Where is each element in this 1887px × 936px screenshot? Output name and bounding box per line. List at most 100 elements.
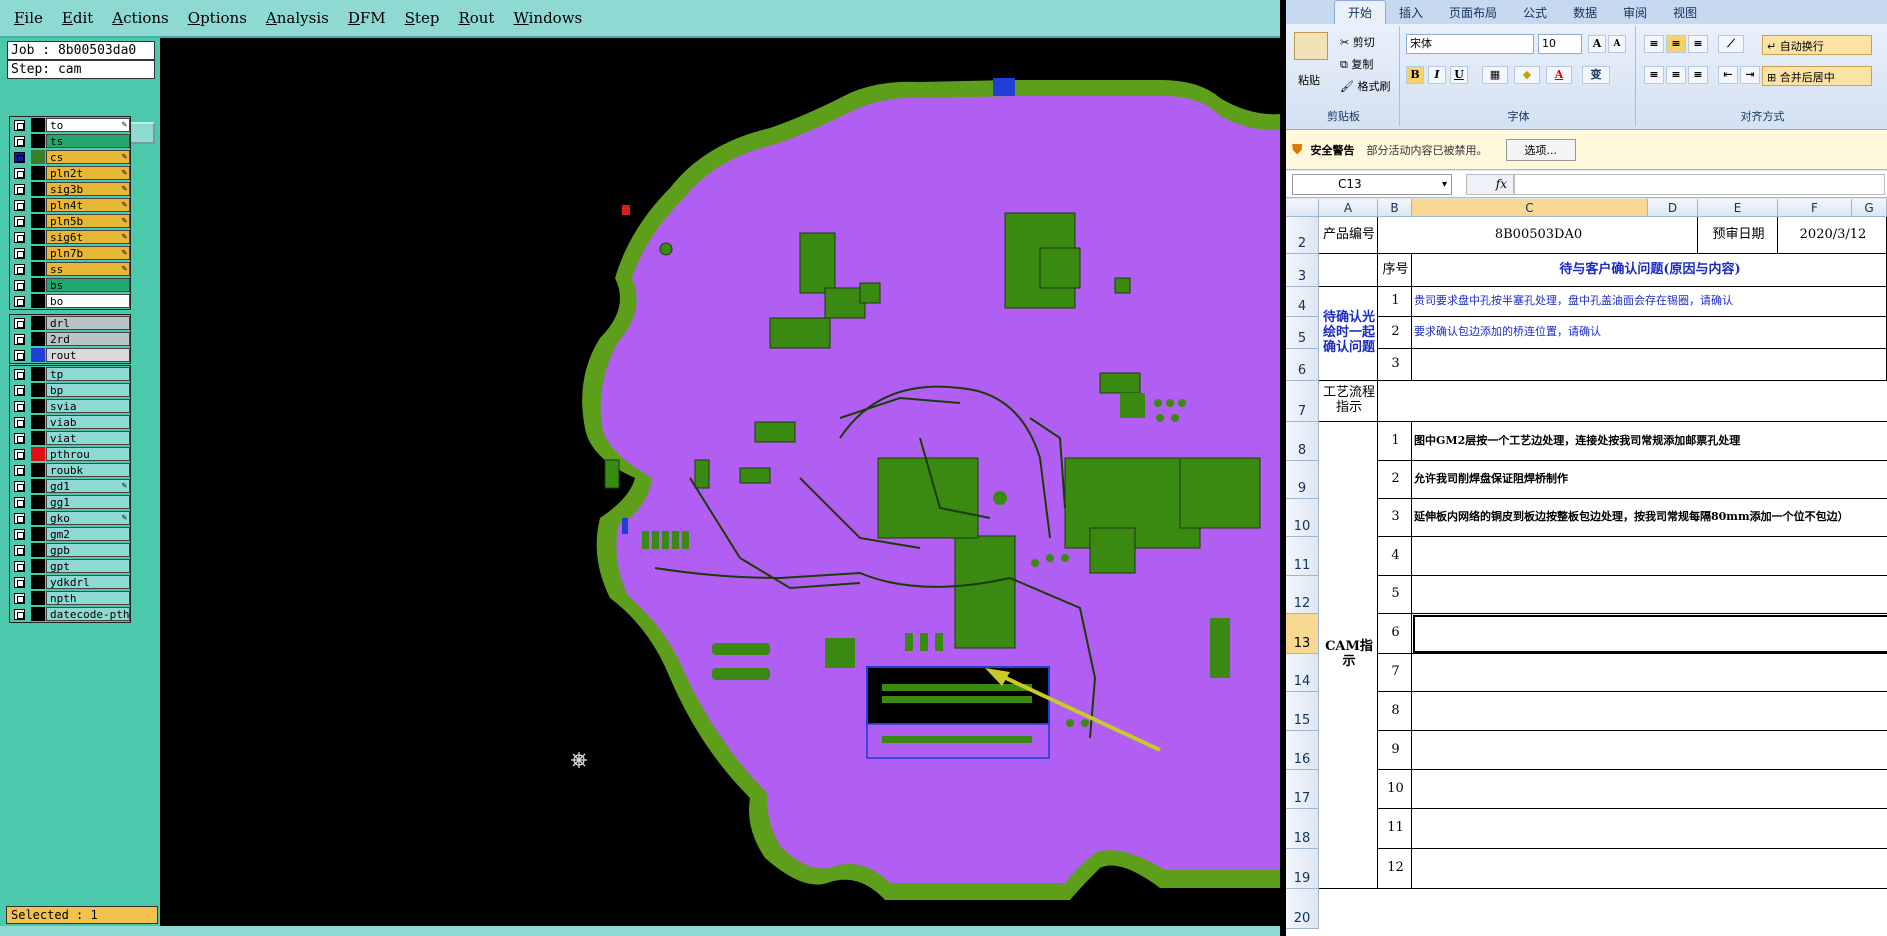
layer-name[interactable]: datecode-pth: [46, 607, 130, 621]
layer-name[interactable]: npth: [46, 591, 130, 605]
layer-row[interactable]: sig6t ✎: [10, 229, 130, 245]
row-header[interactable]: 18: [1286, 809, 1319, 849]
layer-name[interactable]: svia: [46, 399, 130, 413]
layer-color-swatch[interactable]: [31, 166, 45, 180]
layer-color-swatch[interactable]: [31, 348, 45, 362]
menu-windows[interactable]: Windows: [513, 9, 582, 27]
layer-checkbox[interactable]: [14, 528, 25, 540]
row-header[interactable]: 12: [1286, 576, 1319, 614]
layer-name[interactable]: pln4t ✎: [46, 198, 130, 212]
layer-color-swatch[interactable]: [31, 479, 45, 493]
layer-checkbox[interactable]: [14, 199, 25, 211]
layer-checkbox[interactable]: [14, 247, 25, 259]
layer-name[interactable]: bs: [46, 278, 130, 292]
decrease-indent-icon[interactable]: ⇤: [1718, 66, 1738, 84]
layer-checkbox[interactable]: [14, 295, 25, 307]
layer-color-swatch[interactable]: [31, 543, 45, 557]
layer-name[interactable]: tp: [46, 367, 130, 381]
cell-empty[interactable]: [1412, 576, 1887, 614]
row-header[interactable]: 4: [1286, 287, 1319, 317]
row-header[interactable]: 15: [1286, 692, 1319, 731]
layer-checkbox[interactable]: [14, 215, 25, 227]
cell-empty[interactable]: [1319, 254, 1378, 287]
layer-color-swatch[interactable]: [31, 575, 45, 589]
menu-step[interactable]: Step: [405, 9, 440, 27]
cell-empty[interactable]: [1412, 731, 1887, 770]
align-left-icon[interactable]: ≡: [1644, 66, 1664, 84]
cell-empty[interactable]: [1412, 770, 1887, 809]
layer-row[interactable]: pthrou: [10, 446, 130, 462]
layer-row[interactable]: pln5b ✎: [10, 213, 130, 229]
layer-checkbox[interactable]: [14, 368, 25, 380]
row-header[interactable]: 20: [1286, 889, 1319, 929]
row-header[interactable]: 13: [1286, 614, 1319, 654]
layer-name[interactable]: viat: [46, 431, 130, 445]
layer-checkbox[interactable]: [14, 560, 25, 572]
layer-checkbox[interactable]: [14, 608, 25, 620]
layer-row[interactable]: gm2: [10, 526, 130, 542]
font-color-icon[interactable]: A: [1546, 66, 1572, 84]
cell-seq[interactable]: 1: [1378, 287, 1412, 317]
tab-home[interactable]: 开始: [1334, 0, 1387, 24]
layer-row[interactable]: cs ✎: [10, 149, 130, 165]
cell-empty[interactable]: [1412, 849, 1887, 889]
layer-name[interactable]: gpb: [46, 543, 130, 557]
layer-row[interactable]: 2rd: [10, 331, 130, 347]
layer-color-swatch[interactable]: [31, 278, 45, 292]
layer-name[interactable]: gpt: [46, 559, 130, 573]
menu-options[interactable]: Options: [188, 9, 247, 27]
layer-name[interactable]: gm2: [46, 527, 130, 541]
layer-row[interactable]: pln2t ✎: [10, 165, 130, 181]
layer-name[interactable]: pln5b ✎: [46, 214, 130, 228]
row-header[interactable]: 17: [1286, 770, 1319, 809]
cell-seq[interactable]: 3: [1378, 349, 1412, 381]
align-right-icon[interactable]: ≡: [1688, 66, 1708, 84]
layer-name[interactable]: gd1 ✎: [46, 479, 130, 493]
layer-color-swatch[interactable]: [31, 332, 45, 346]
layer-color-swatch[interactable]: [31, 447, 45, 461]
layer-row[interactable]: pln7b ✎: [10, 245, 130, 261]
cell-process-label[interactable]: 工艺流程指示: [1319, 381, 1378, 422]
layer-checkbox[interactable]: [14, 432, 25, 444]
row-header[interactable]: 3: [1286, 254, 1319, 287]
menu-actions[interactable]: Actions: [112, 9, 168, 27]
row-header[interactable]: 19: [1286, 849, 1319, 889]
layer-checkbox[interactable]: [14, 416, 25, 428]
layer-color-swatch[interactable]: [31, 316, 45, 330]
menu-file[interactable]: File: [14, 9, 43, 27]
layer-checkbox[interactable]: [14, 263, 25, 275]
layer-row[interactable]: svia: [10, 398, 130, 414]
cell-seq[interactable]: 4: [1378, 537, 1412, 576]
column-header[interactable]: E: [1698, 199, 1778, 217]
cell-seq[interactable]: 7: [1378, 654, 1412, 692]
name-box[interactable]: C13: [1292, 173, 1452, 195]
paste-icon[interactable]: [1294, 32, 1328, 60]
paste-button[interactable]: 粘贴: [1298, 72, 1320, 88]
column-header[interactable]: B: [1378, 199, 1412, 217]
row-header[interactable]: 8: [1286, 422, 1319, 461]
layer-checkbox[interactable]: [14, 496, 25, 508]
merge-center-button[interactable]: ⊞ 合并后居中: [1762, 66, 1872, 86]
layer-name[interactable]: drl: [46, 316, 130, 330]
menu-analysis[interactable]: Analysis: [266, 9, 329, 27]
column-header[interactable]: A: [1319, 199, 1378, 217]
layer-row[interactable]: datecode-pth: [10, 606, 130, 622]
formula-input[interactable]: [1514, 173, 1885, 195]
column-header[interactable]: C: [1412, 199, 1648, 217]
cell-seq[interactable]: 3: [1378, 499, 1412, 537]
cell-seq[interactable]: 10: [1378, 770, 1412, 809]
row-header[interactable]: 2: [1286, 217, 1319, 254]
layer-row[interactable]: bs: [10, 277, 130, 293]
italic-button[interactable]: I: [1428, 66, 1446, 84]
shrink-font-button[interactable]: A: [1608, 35, 1626, 53]
layer-color-swatch[interactable]: [31, 262, 45, 276]
layer-name[interactable]: ts: [46, 134, 130, 148]
row-header[interactable]: 6: [1286, 349, 1319, 381]
column-header[interactable]: F: [1778, 199, 1852, 217]
layer-color-swatch[interactable]: [31, 118, 45, 132]
layer-name[interactable]: bo: [46, 294, 130, 308]
layer-name[interactable]: gg1: [46, 495, 130, 509]
cell-review-date[interactable]: 2020/3/12: [1778, 217, 1887, 254]
align-middle-icon[interactable]: ≡: [1666, 35, 1686, 53]
cell-seq-header[interactable]: 序号: [1378, 254, 1412, 287]
